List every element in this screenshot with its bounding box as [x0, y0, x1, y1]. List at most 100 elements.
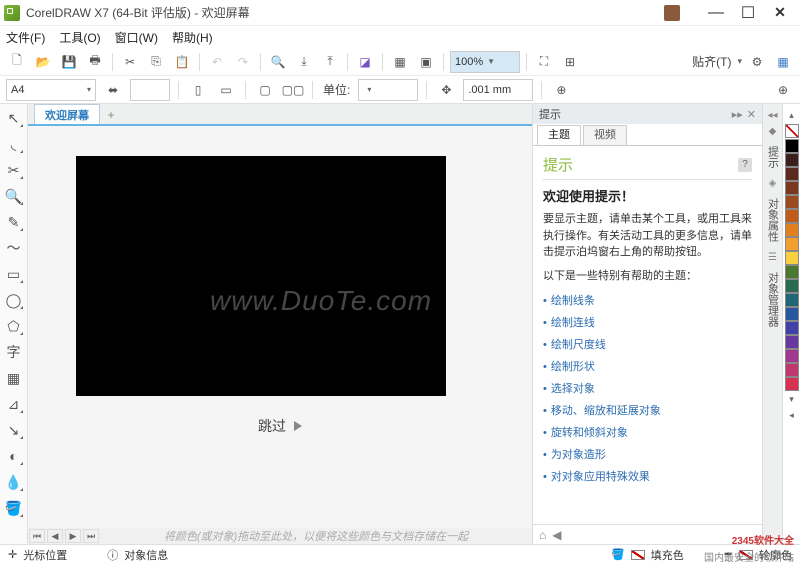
launch-icon[interactable]: ▦ [772, 51, 794, 73]
freehand-tool-icon[interactable]: ✎ [4, 212, 24, 232]
app-launcher-icon[interactable]: ▦ [389, 51, 411, 73]
import-icon[interactable]: ⤓ [293, 51, 315, 73]
hints-panel-header[interactable]: 提示 ▸▸ ✕ [533, 104, 762, 124]
eyedropper-tool-icon[interactable]: 💧 [4, 472, 24, 492]
cut-icon[interactable]: ✂ [119, 51, 141, 73]
menu-window[interactable]: 窗口(W) [115, 29, 158, 46]
pagesize-dropdown[interactable]: A4▾ [6, 79, 96, 101]
color-swatch[interactable] [785, 195, 799, 209]
menu-tools[interactable]: 工具(O) [59, 29, 100, 46]
palette-flyout-icon[interactable]: ◂ [789, 410, 794, 421]
color-swatch[interactable] [785, 279, 799, 293]
dock-props-icon[interactable]: ◈ [766, 176, 780, 190]
color-swatch[interactable] [785, 153, 799, 167]
nav-last-icon[interactable]: ⏭ [83, 529, 99, 543]
home-icon[interactable]: ⌂ [539, 528, 546, 542]
ellipse-tool-icon[interactable]: ◯ [4, 290, 24, 310]
options2-icon[interactable]: ⊕ [772, 79, 794, 101]
user-icon[interactable] [664, 5, 680, 21]
connector-tool-icon[interactable]: ↘ [4, 420, 24, 440]
color-swatch[interactable] [785, 209, 799, 223]
search-icon[interactable]: 🔍 [267, 51, 289, 73]
color-swatch[interactable] [785, 181, 799, 195]
status-fill[interactable]: 🪣填充色 [611, 547, 684, 563]
welcome-icon[interactable]: ▣ [415, 51, 437, 73]
help-icon[interactable]: ? [738, 158, 752, 172]
undo-icon[interactable]: ↶ [206, 51, 228, 73]
hints-tab-video[interactable]: 视频 [583, 125, 627, 145]
new-tab-button[interactable]: + [102, 106, 120, 124]
page-icon[interactable]: ▢ [254, 79, 276, 101]
color-swatch[interactable] [785, 139, 799, 153]
dock-expand-icon[interactable]: ◂◂ [766, 108, 780, 122]
dock-hints-tab[interactable]: 提示 [765, 140, 781, 174]
hints-tab-topic[interactable]: 主题 [537, 125, 581, 145]
palette-up-icon[interactable]: ▴ [789, 110, 794, 121]
color-swatch[interactable] [785, 237, 799, 251]
color-swatch[interactable] [785, 321, 799, 335]
effects-tool-icon[interactable]: ◐ [4, 446, 24, 466]
menu-help[interactable]: 帮助(H) [172, 29, 213, 46]
copy-icon[interactable]: ⎘ [145, 51, 167, 73]
save-icon[interactable]: 💾 [58, 51, 80, 73]
close-button[interactable]: ✕ [764, 3, 796, 23]
welcome-video-placeholder[interactable] [76, 156, 446, 396]
fill-tool-icon[interactable]: 🪣 [4, 498, 24, 518]
minimize-button[interactable]: — [700, 3, 732, 23]
dock-mgr-tab[interactable]: 对象管理器 [765, 266, 781, 333]
color-swatch[interactable] [785, 349, 799, 363]
open-icon[interactable]: 📂 [32, 51, 54, 73]
nav-next-icon[interactable]: ▶ [65, 529, 81, 543]
options-icon[interactable]: ⚙ [746, 51, 768, 73]
portrait-icon[interactable]: ▯ [187, 79, 209, 101]
zoom-dropdown[interactable]: 100%▼ [450, 51, 520, 73]
color-swatch[interactable] [785, 223, 799, 237]
pick-tool-icon[interactable]: ↖ [4, 108, 24, 128]
color-swatch[interactable] [785, 251, 799, 265]
panel-collapse-icon[interactable]: ▸▸ [732, 108, 743, 121]
hints-topic-link[interactable]: 绘制线条 [543, 289, 752, 311]
table-tool-icon[interactable]: ▦ [4, 368, 24, 388]
color-swatch[interactable] [785, 377, 799, 391]
color-swatch[interactable] [785, 335, 799, 349]
new-icon[interactable]: 🗋 [6, 51, 28, 73]
snap-label[interactable]: 贴齐(T) [692, 53, 731, 70]
hints-topic-link[interactable]: 绘制形状 [543, 355, 752, 377]
hints-topic-link[interactable]: 绘制尺度线 [543, 333, 752, 355]
hints-topic-link[interactable]: 旋转和倾斜对象 [543, 421, 752, 443]
width-field[interactable] [130, 79, 170, 101]
color-swatch[interactable] [785, 307, 799, 321]
dock-hints-icon[interactable]: ◆ [766, 124, 780, 138]
swatch-none[interactable] [785, 124, 799, 138]
zoom-tool-icon[interactable]: 🔍 [4, 186, 24, 206]
artistic-tool-icon[interactable]: 〜 [4, 238, 24, 258]
color-swatch[interactable] [785, 293, 799, 307]
export-icon[interactable]: ⤒ [319, 51, 341, 73]
text-tool-icon[interactable]: 字 [4, 342, 24, 362]
polygon-tool-icon[interactable]: ⬠ [4, 316, 24, 336]
rulers-icon[interactable]: ⊞ [559, 51, 581, 73]
duplicate-distance-icon[interactable]: ⊕ [550, 79, 572, 101]
hints-topic-link[interactable]: 移动、缩放和延展对象 [543, 399, 752, 421]
skip-button[interactable]: 跳过 [258, 416, 302, 436]
maximize-button[interactable]: ☐ [732, 3, 764, 23]
rectangle-tool-icon[interactable]: ▭ [4, 264, 24, 284]
shape-tool-icon[interactable]: ◟ [4, 134, 24, 154]
hints-topic-link[interactable]: 为对象造形 [543, 443, 752, 465]
dock-props-tab[interactable]: 对象属性 [765, 192, 781, 248]
color-swatch[interactable] [785, 265, 799, 279]
tab-welcome[interactable]: 欢迎屏幕 [34, 104, 100, 124]
landscape-icon[interactable]: ▭ [215, 79, 237, 101]
panel-close-icon[interactable]: ✕ [747, 108, 756, 121]
dimension-tool-icon[interactable]: ⊿ [4, 394, 24, 414]
hints-topic-link[interactable]: 对对象应用特殊效果 [543, 465, 752, 487]
dim-width-icon[interactable]: ⬌ [102, 79, 124, 101]
pages-icon[interactable]: ▢▢ [282, 79, 304, 101]
dock-mgr-icon[interactable]: ☰ [766, 250, 780, 264]
color-swatch[interactable] [785, 167, 799, 181]
nudge-field[interactable]: .001 mm [463, 79, 533, 101]
palette-down-icon[interactable]: ▾ [789, 394, 794, 405]
fullscreen-icon[interactable]: ⛶ [533, 51, 555, 73]
print-icon[interactable]: 🖶 [84, 51, 106, 73]
hints-topic-link[interactable]: 选择对象 [543, 377, 752, 399]
